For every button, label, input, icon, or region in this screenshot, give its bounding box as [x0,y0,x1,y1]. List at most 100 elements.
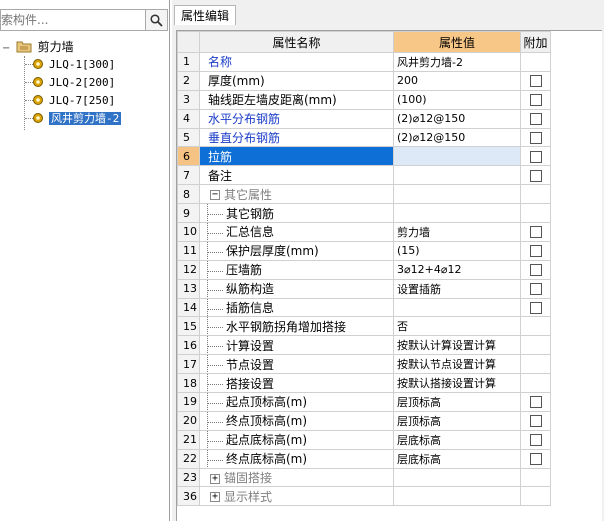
table-row[interactable]: 1 名称 风井剪力墙-2 [177,52,551,72]
extra-cell[interactable] [520,448,551,469]
search-input[interactable] [0,10,133,30]
property-name-cell[interactable]: 压墙筋 [199,259,394,280]
property-value-cell[interactable]: 3⌀12+4⌀12 [393,259,521,280]
tree-item-jlq-1[interactable]: JLQ-1[300] [32,56,115,74]
extra-checkbox[interactable] [529,415,542,428]
table-row[interactable]: 20 终点顶标高(m) 层顶标高 [177,410,551,431]
property-value-cell[interactable]: 否 [393,316,521,337]
extra-cell[interactable] [520,297,551,318]
property-value-cell[interactable]: (2)⌀12@150 [393,127,521,148]
table-row[interactable]: 21 起点底标高(m) 层底标高 [177,429,551,450]
tree-item-jlq-7[interactable]: JLQ-7[250] [32,92,115,110]
tree-root-wall[interactable]: − 剪力墙 [2,38,74,56]
property-name-cell[interactable]: 插筋信息 [199,297,394,318]
table-row[interactable]: 7 备注 [177,165,551,186]
table-row[interactable]: 18 搭接设置 按默认搭接设置计算 [177,373,551,394]
extra-checkbox[interactable] [529,264,542,277]
collapse-icon[interactable]: − [210,190,220,201]
table-row[interactable]: 16 计算设置 按默认计算设置计算 [177,335,551,356]
extra-checkbox[interactable] [529,396,542,409]
property-value-cell[interactable]: 层底标高 [393,429,521,450]
property-name-cell[interactable]: 轴线距左墙皮距离(mm) [199,89,394,110]
property-name-cell[interactable]: 水平钢筋拐角增加搭接 [199,316,394,337]
extra-checkbox[interactable] [529,169,542,182]
property-name-cell[interactable]: 拉筋 [199,146,394,167]
tree-item-shaft-wall-2[interactable]: 风井剪力墙-2 [32,110,122,128]
property-value-cell[interactable] [393,146,521,167]
table-row[interactable]: 17 节点设置 按默认节点设置计算 [177,354,551,375]
search-button[interactable] [146,9,168,31]
property-name-cell[interactable]: 其它钢筋 [199,203,394,224]
property-name-cell[interactable]: 垂直分布钢筋 [199,127,394,148]
tab-property-edit[interactable]: 属性编辑 [174,5,237,25]
extra-checkbox[interactable] [529,434,542,447]
extra-checkbox[interactable] [529,245,542,258]
property-name-cell[interactable]: + 显示样式 [199,486,394,507]
property-name-cell[interactable]: 起点顶标高(m) [199,392,394,412]
property-value-cell[interactable]: (2)⌀12@150 [393,108,521,129]
table-row[interactable]: 10 汇总信息 剪力墙 [177,222,551,242]
property-name-cell[interactable]: 节点设置 [199,354,394,375]
property-name-cell[interactable]: 终点底标高(m) [199,448,394,469]
property-value-cell[interactable]: (15) [393,240,521,261]
property-value-cell[interactable]: 层顶标高 [393,392,521,412]
property-value-cell[interactable]: 200 [393,70,521,91]
extra-cell[interactable] [520,165,551,186]
table-row[interactable]: 12 压墙筋 3⌀12+4⌀12 [177,259,551,280]
property-value-cell[interactable]: 层顶标高 [393,410,521,431]
property-name-cell[interactable]: 保护层厚度(mm) [199,240,394,261]
property-value-cell[interactable]: 层底标高 [393,448,521,469]
property-value-cell[interactable]: 剪力墙 [393,222,521,242]
table-row[interactable]: 15 水平钢筋拐角增加搭接 否 [177,316,551,337]
property-name-cell[interactable]: 起点底标高(m) [199,429,394,450]
property-name-cell[interactable]: 水平分布钢筋 [199,108,394,129]
extra-checkbox[interactable] [529,302,542,315]
header-extra[interactable]: 附加 [520,31,551,53]
extra-checkbox[interactable] [529,453,542,466]
property-name-cell[interactable]: 纵筋构造 [199,278,394,299]
table-row[interactable]: 9 其它钢筋 [177,203,551,224]
header-property-name[interactable]: 属性名称 [199,31,394,53]
extra-cell[interactable] [520,429,551,450]
extra-cell[interactable] [520,278,551,299]
property-value-cell[interactable]: 按默认搭接设置计算 [393,373,521,394]
tree-item-jlq-2[interactable]: JLQ-2[200] [32,74,115,92]
property-name-cell[interactable]: 终点顶标高(m) [199,410,394,431]
property-name-cell[interactable]: − 其它属性 [199,184,394,205]
property-name-cell[interactable]: 计算设置 [199,335,394,356]
table-row[interactable]: 2 厚度(mm) 200 [177,70,551,91]
table-row[interactable]: 11 保护层厚度(mm) (15) [177,240,551,261]
extra-cell[interactable] [520,392,551,412]
table-row[interactable]: 8− 其它属性 [177,184,551,205]
table-row[interactable]: 23 + 锚固搭接 [177,467,551,488]
extra-checkbox[interactable] [529,226,542,239]
property-value-cell[interactable]: 风井剪力墙-2 [393,52,521,72]
extra-checkbox[interactable] [529,75,542,88]
extra-checkbox[interactable] [529,150,542,163]
extra-cell[interactable] [520,410,551,431]
table-row[interactable]: 22 终点底标高(m) 层底标高 [177,448,551,469]
property-name-cell[interactable]: + 锚固搭接 [199,467,394,488]
collapse-icon[interactable]: − [2,40,10,58]
extra-cell[interactable] [520,222,551,242]
property-value-cell[interactable] [393,467,521,488]
property-value-cell[interactable]: 按默认计算设置计算 [393,335,521,356]
table-row[interactable]: 3 轴线距左墙皮距离(mm) (100) [177,89,551,110]
property-value-cell[interactable]: (100) [393,89,521,110]
property-name-cell[interactable]: 名称 [199,52,394,72]
table-row[interactable]: 36 + 显示样式 [177,486,551,507]
header-property-value[interactable]: 属性值 [393,31,521,53]
extra-cell[interactable] [520,127,551,148]
extra-cell[interactable] [520,89,551,110]
property-name-cell[interactable]: 备注 [199,165,394,186]
search-field[interactable] [0,9,146,31]
table-row[interactable]: 14 插筋信息 [177,297,551,318]
expand-icon[interactable]: + [210,492,220,503]
property-value-cell[interactable] [393,165,521,186]
property-name-cell[interactable]: 搭接设置 [199,373,394,394]
extra-cell[interactable] [520,259,551,280]
table-row[interactable]: 6 拉筋 [177,146,551,167]
extra-checkbox[interactable] [529,113,542,126]
table-row[interactable]: 19 起点顶标高(m) 层顶标高 [177,392,551,412]
extra-cell[interactable] [520,146,551,167]
